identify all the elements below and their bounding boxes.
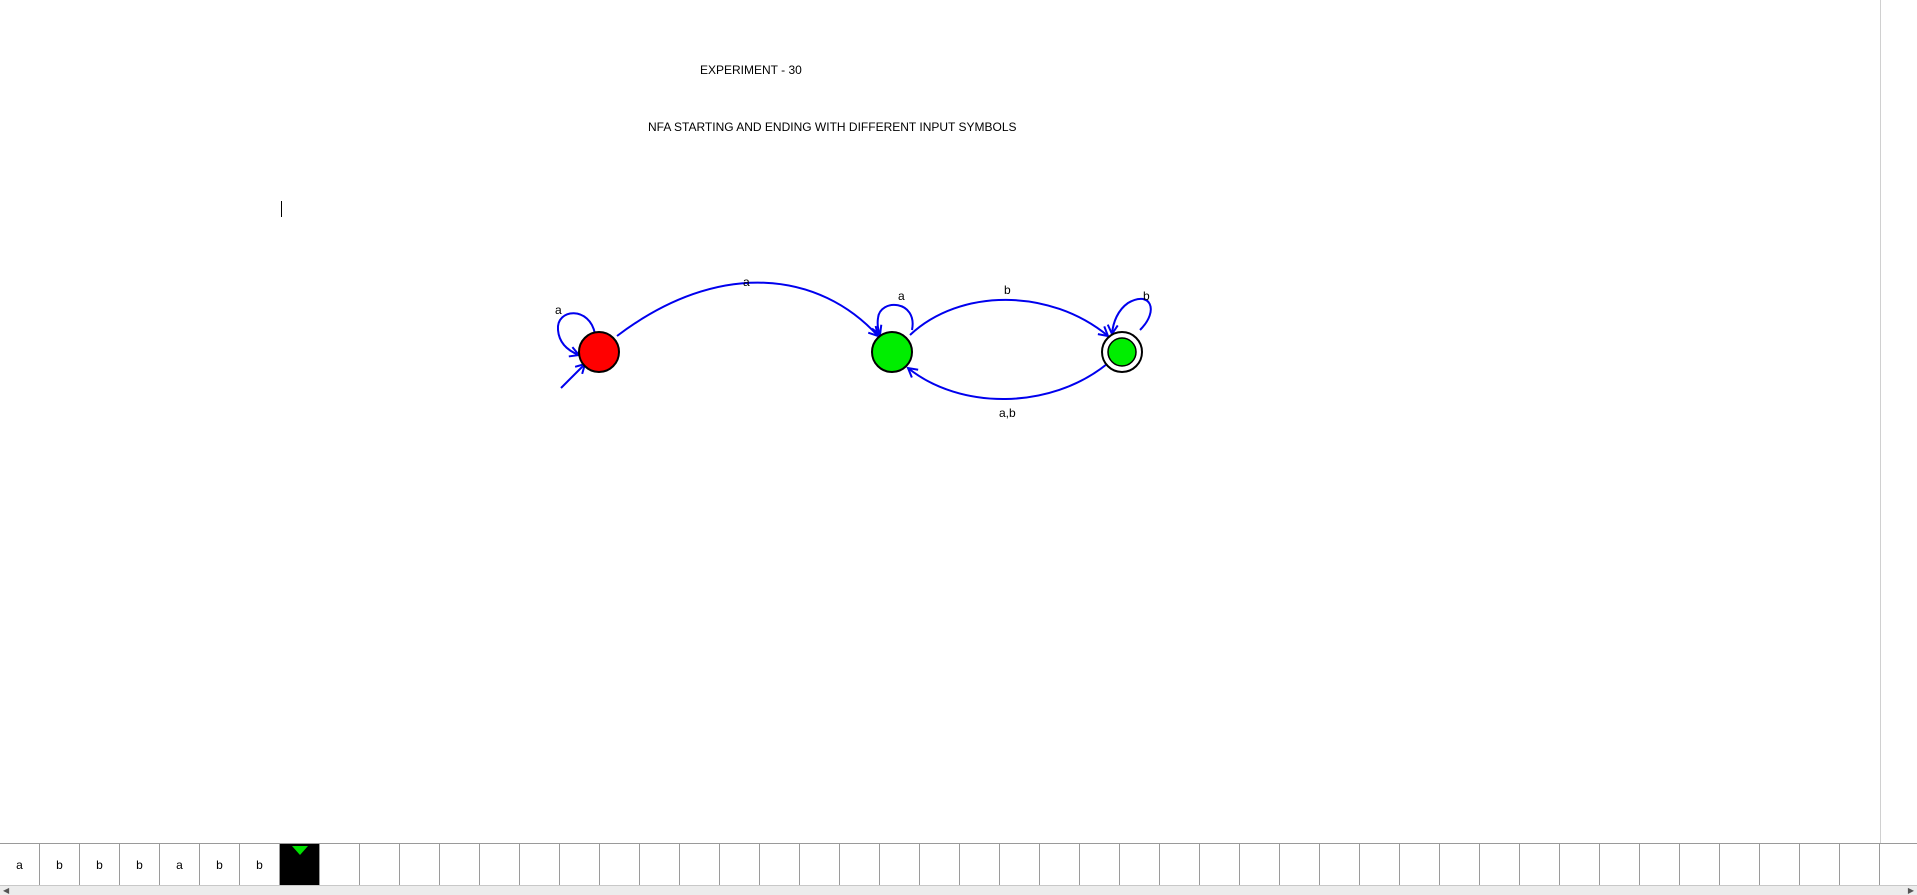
tape-cell[interactable] [1480,844,1520,886]
tape-cell[interactable] [1440,844,1480,886]
tape-cell[interactable] [1760,844,1800,886]
nfa-diagram: a a a b b a,b [555,275,1152,420]
tape-symbol: a [176,858,183,872]
editor-canvas[interactable]: EXPERIMENT - 30 NFA STARTING AND ENDING … [0,0,1917,843]
tape-cell[interactable] [1520,844,1560,886]
tape-cell[interactable] [1640,844,1680,886]
tape-cell[interactable] [1680,844,1720,886]
tape-cell[interactable] [760,844,800,886]
tape-cell[interactable] [840,844,880,886]
tape-head-cell[interactable] [280,844,320,886]
transition-label: a,b [999,406,1016,420]
tape-cell[interactable] [640,844,680,886]
state-q0[interactable] [578,331,620,373]
tape-cell[interactable] [920,844,960,886]
tape-cell[interactable] [1200,844,1240,886]
tape-cell[interactable] [1080,844,1120,886]
tape-cell[interactable] [1240,844,1280,886]
tape-cell[interactable]: b [120,844,160,886]
tape-cell[interactable] [320,844,360,886]
tape-cell[interactable] [1720,844,1760,886]
tape-cell[interactable] [1880,844,1917,886]
tape-cell[interactable] [680,844,720,886]
tape-symbol: b [256,858,263,872]
transition-label: a [555,303,562,317]
tape-cell[interactable] [1600,844,1640,886]
transition-q2-q2[interactable]: b [1112,289,1152,334]
tape-symbol: a [16,858,23,872]
transition-q1-q1[interactable]: a [878,289,914,335]
tape-cell[interactable] [520,844,560,886]
tape-cell[interactable] [1320,844,1360,886]
transition-q2-q1[interactable]: a,b [908,363,1108,420]
transition-label: b [1143,289,1150,303]
tape-cell[interactable]: a [160,844,200,886]
tape-symbol: b [56,858,63,872]
tape-cell[interactable]: b [240,844,280,886]
tape-cell[interactable] [1040,844,1080,886]
tape-cell[interactable] [1000,844,1040,886]
tape-head-marker-icon [292,846,308,855]
tape-cell[interactable] [1840,844,1880,886]
input-tape: abbbabb [0,843,1917,887]
transition-q1-q2[interactable]: b [909,283,1108,336]
transition-label: a [898,289,905,303]
tape-cell[interactable] [800,844,840,886]
tape-cell[interactable] [1160,844,1200,886]
tape-cell[interactable] [440,844,480,886]
transition-q0-q1[interactable]: a [616,275,878,336]
tape-cell[interactable]: b [40,844,80,886]
tape-cell[interactable]: a [0,844,40,886]
tape-cell[interactable] [600,844,640,886]
transition-label: b [1004,283,1011,297]
tape-cell[interactable] [560,844,600,886]
state-q1[interactable] [871,331,913,373]
tape-cell[interactable] [1360,844,1400,886]
tape-symbol: b [216,858,223,872]
state-q2-final[interactable] [1101,331,1143,373]
tape-cell[interactable] [1120,844,1160,886]
tape-cell[interactable] [400,844,440,886]
tape-cell[interactable]: b [200,844,240,886]
tape-cell[interactable] [1280,844,1320,886]
tape-cell[interactable] [1560,844,1600,886]
tape-cell[interactable] [960,844,1000,886]
tape-cell[interactable] [360,844,400,886]
tape-cell[interactable] [1400,844,1440,886]
tape-symbol: b [96,858,103,872]
transition-label: a [743,275,750,289]
tape-cell[interactable] [1800,844,1840,886]
initial-state-arrow [560,364,585,389]
tape-cell[interactable] [880,844,920,886]
tape-symbol: b [136,858,143,872]
tape-cell[interactable] [720,844,760,886]
tape-cell[interactable]: b [80,844,120,886]
tape-cell[interactable] [480,844,520,886]
